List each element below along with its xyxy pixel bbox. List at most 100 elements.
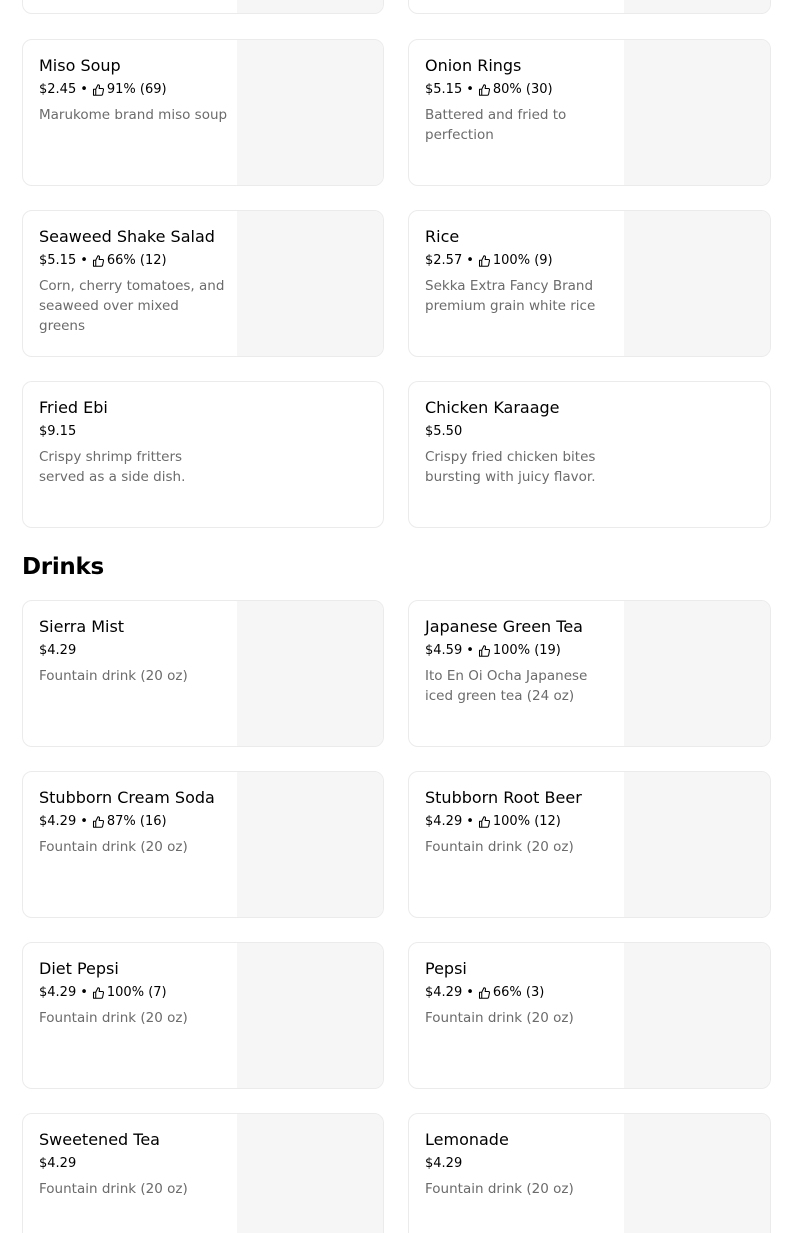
item-name: Sierra Mist	[39, 617, 125, 636]
item-rating: 66% (12)	[106, 253, 167, 268]
item-name: Onion Rings	[425, 56, 522, 75]
menu-item-card-partial[interactable]	[408, 0, 771, 14]
item-price: $4.29	[425, 985, 463, 1000]
item-meta: $4.59 • 100% (19)	[425, 642, 615, 660]
menu-item-card[interactable]: Japanese Green Tea $4.59 • 100% (19) Ito…	[408, 600, 771, 747]
item-description: Fountain drink (20 oz)	[39, 668, 188, 684]
menu-item-card[interactable]: Lemonade $4.29 Fountain drink (20 oz)	[408, 1113, 771, 1233]
separator: •	[466, 253, 474, 268]
item-meta: $5.15 • 66% (12)	[39, 252, 229, 270]
item-meta: $4.29 • 100% (12)	[425, 813, 615, 831]
thumbs-up-icon	[92, 816, 104, 828]
item-image	[624, 601, 770, 746]
item-price: $5.50	[425, 424, 463, 439]
item-meta: $2.57 • 100% (9)	[425, 252, 615, 270]
thumbs-up-icon	[92, 987, 104, 999]
item-rating: 91% (69)	[106, 82, 167, 97]
item-image	[237, 1114, 383, 1233]
item-image	[624, 943, 770, 1088]
item-name: Rice	[425, 227, 460, 246]
item-price: $4.29	[425, 814, 463, 829]
section-title-drinks: Drinks	[22, 554, 104, 580]
item-image	[237, 0, 383, 13]
item-price: $4.29	[39, 1156, 77, 1171]
item-meta: $9.15	[39, 423, 229, 441]
item-rating: 100% (9)	[492, 253, 553, 268]
item-image	[624, 211, 770, 356]
item-description: Fountain drink (20 oz)	[39, 839, 188, 855]
item-meta: $4.29 • 66% (3)	[425, 984, 615, 1002]
item-description: Fountain drink (20 oz)	[425, 839, 574, 855]
menu-item-card[interactable]: Sierra Mist $4.29 Fountain drink (20 oz)	[22, 600, 384, 747]
item-meta: $4.29 • 87% (16)	[39, 813, 229, 831]
menu-item-card[interactable]: Seaweed Shake Salad $5.15 • 66% (12) Cor…	[22, 210, 384, 357]
item-price: $5.15	[425, 82, 463, 97]
menu-item-card[interactable]: Stubborn Root Beer $4.29 • 100% (12) Fou…	[408, 771, 771, 918]
item-meta: $5.15 • 80% (30)	[425, 81, 615, 99]
item-price: $9.15	[39, 424, 77, 439]
menu-item-card[interactable]: Onion Rings $5.15 • 80% (30) Battered an…	[408, 39, 771, 186]
item-meta: $2.45 • 91% (69)	[39, 81, 229, 99]
menu-item-card[interactable]: Diet Pepsi $4.29 • 100% (7) Fountain dri…	[22, 942, 384, 1089]
item-price: $4.29	[39, 643, 77, 658]
item-image	[624, 772, 770, 917]
item-name: Chicken Karaage	[425, 398, 560, 417]
item-meta: $4.29	[39, 1155, 229, 1173]
thumbs-up-icon	[478, 987, 490, 999]
thumbs-up-icon	[478, 84, 490, 96]
item-name: Seaweed Shake Salad	[39, 227, 215, 246]
drinks-grid: Sierra Mist $4.29 Fountain drink (20 oz)…	[22, 600, 771, 1233]
item-image	[624, 40, 770, 185]
item-description: Fountain drink (20 oz)	[39, 1181, 188, 1197]
item-price: $4.59	[425, 643, 463, 658]
item-price: $2.57	[425, 253, 463, 268]
item-image	[237, 40, 383, 185]
menu-item-card[interactable]: Stubborn Cream Soda $4.29 • 87% (16) Fou…	[22, 771, 384, 918]
item-meta: $4.29 • 100% (7)	[39, 984, 229, 1002]
menu-item-card-partial[interactable]	[22, 0, 384, 14]
item-price: $4.29	[39, 985, 77, 1000]
item-meta: $4.29	[39, 642, 229, 660]
item-meta: $4.29	[425, 1155, 615, 1173]
separator: •	[466, 643, 474, 658]
item-description: Fountain drink (20 oz)	[425, 1010, 574, 1026]
menu-item-card[interactable]: Sweetened Tea $4.29 Fountain drink (20 o…	[22, 1113, 384, 1233]
item-name: Diet Pepsi	[39, 959, 119, 978]
item-image	[237, 211, 383, 356]
separator: •	[80, 82, 88, 97]
separator: •	[80, 985, 88, 1000]
menu-item-card[interactable]: Chicken Karaage $5.50 Crispy fried chick…	[408, 381, 771, 528]
thumbs-up-icon	[92, 255, 104, 267]
item-price: $2.45	[39, 82, 77, 97]
menu-item-card[interactable]: Miso Soup $2.45 • 91% (69) Marukome bran…	[22, 39, 384, 186]
menu-page: Miso Soup $2.45 • 91% (69) Marukome bran…	[0, 0, 804, 1233]
item-name: Fried Ebi	[39, 398, 108, 417]
item-rating: 100% (7)	[106, 985, 167, 1000]
item-rating: 66% (3)	[492, 985, 545, 1000]
item-price: $4.29	[425, 1156, 463, 1171]
item-image	[624, 0, 770, 13]
separator: •	[80, 814, 88, 829]
partial-row	[22, 0, 771, 14]
item-price: $5.15	[39, 253, 77, 268]
thumbs-up-icon	[92, 84, 104, 96]
item-rating: 80% (30)	[492, 82, 553, 97]
separator: •	[80, 253, 88, 268]
menu-item-card[interactable]: Rice $2.57 • 100% (9) Sekka Extra Fancy …	[408, 210, 771, 357]
item-image	[237, 772, 383, 917]
item-price: $4.29	[39, 814, 77, 829]
menu-item-card[interactable]: Pepsi $4.29 • 66% (3) Fountain drink (20…	[408, 942, 771, 1089]
item-description: Battered and fried to perfection	[425, 107, 567, 143]
item-rating: 100% (19)	[492, 643, 561, 658]
thumbs-up-icon	[478, 255, 490, 267]
thumbs-up-icon	[478, 645, 490, 657]
separator: •	[466, 82, 474, 97]
item-rating: 100% (12)	[492, 814, 561, 829]
item-name: Stubborn Cream Soda	[39, 788, 215, 807]
item-name: Miso Soup	[39, 56, 121, 75]
item-description: Corn, cherry tomatoes, and seaweed over …	[39, 278, 225, 334]
item-name: Japanese Green Tea	[425, 617, 583, 636]
menu-item-card[interactable]: Fried Ebi $9.15 Crispy shrimp fritters s…	[22, 381, 384, 528]
item-name: Pepsi	[425, 959, 467, 978]
thumbs-up-icon	[478, 816, 490, 828]
